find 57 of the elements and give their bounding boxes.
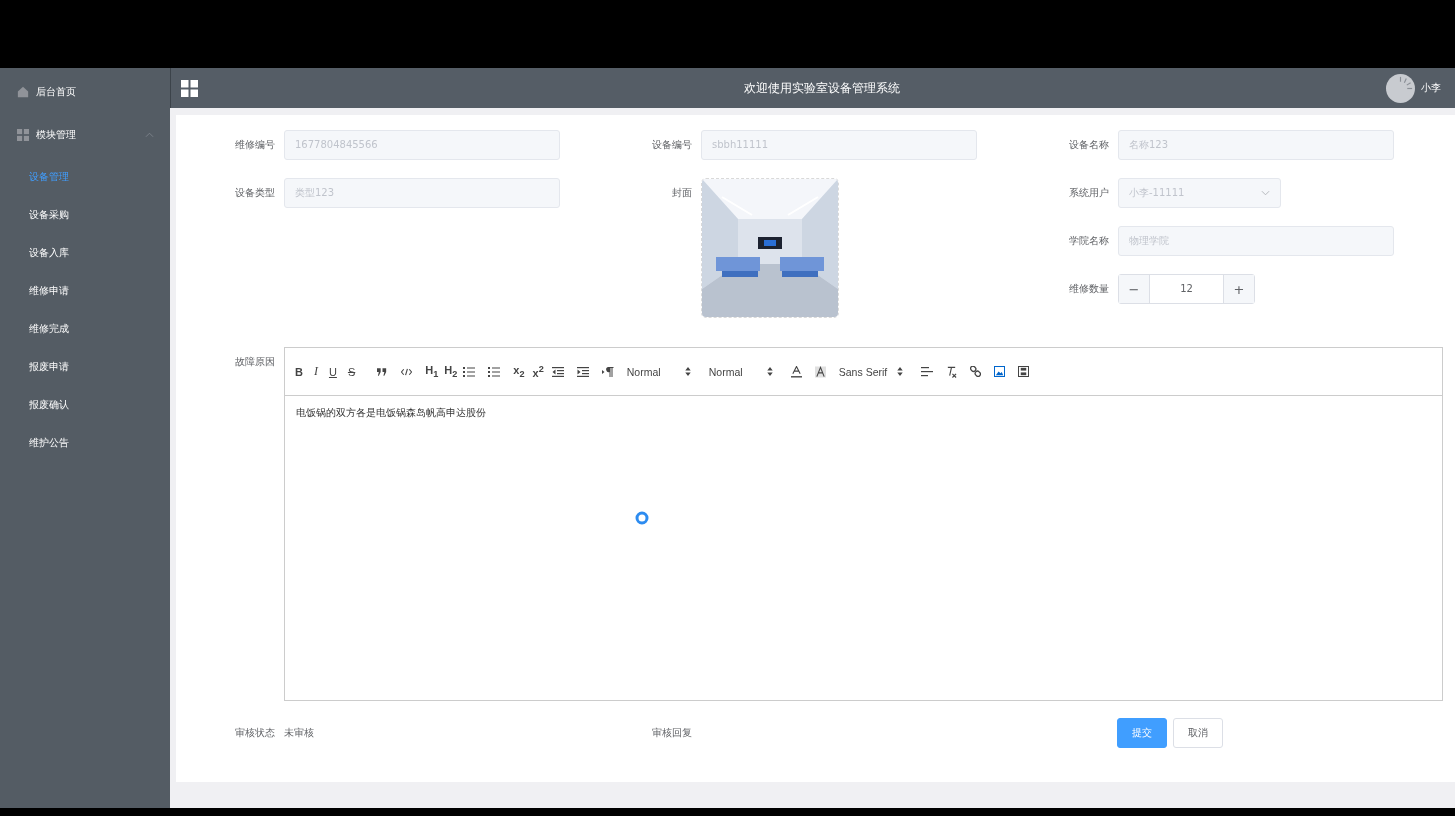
field-label: 设备名称 bbox=[1068, 138, 1109, 152]
menu-item[interactable]: 后台首页 bbox=[0, 72, 170, 112]
up-down-arrows-icon bbox=[896, 367, 903, 376]
field-label: 设备类型 bbox=[234, 186, 275, 200]
field-label: 封面 bbox=[671, 186, 692, 200]
grid-icon bbox=[17, 129, 29, 141]
editor-text[interactable]: 电饭锅的双方各是电饭锅森岛帆高申达股份 bbox=[296, 406, 1431, 420]
field-label: 审核状态 bbox=[234, 726, 275, 740]
script-button[interactable]: x$_{2}$ bbox=[513, 363, 525, 380]
submenu-item[interactable]: 设备采购 bbox=[0, 196, 170, 234]
text-color-icon[interactable] bbox=[790, 365, 802, 378]
field-label: 系统用户 bbox=[1068, 186, 1109, 200]
up-down-arrows-icon bbox=[684, 367, 691, 376]
image-icon[interactable] bbox=[993, 366, 1005, 377]
video-icon[interactable] bbox=[1017, 366, 1029, 377]
submenu-item[interactable]: 设备入库 bbox=[0, 234, 170, 272]
submenu-item[interactable]: 报废申请 bbox=[0, 348, 170, 386]
up-down-arrows-icon bbox=[766, 367, 773, 376]
status-value: 未审核 bbox=[284, 726, 314, 740]
menu-item[interactable]: 模块管理 bbox=[0, 115, 170, 155]
heading-button[interactable]: H$_{2}$ bbox=[444, 363, 458, 380]
page-title: 欢迎使用实验室设备管理系统 bbox=[743, 80, 901, 96]
bullet-list-icon[interactable] bbox=[488, 366, 501, 377]
chevron-down-icon bbox=[1261, 190, 1270, 196]
field-label: 设备编号 bbox=[651, 138, 692, 152]
user-name[interactable]: 小李 bbox=[1421, 81, 1441, 95]
italic-button[interactable]: I bbox=[313, 364, 318, 379]
heading-button[interactable]: H$_{1}$ bbox=[425, 363, 439, 380]
cancel-button[interactable]: 取消 bbox=[1173, 718, 1223, 748]
format-dropdown[interactable]: Normal bbox=[708, 365, 773, 378]
indent-icon[interactable] bbox=[576, 366, 589, 377]
field-label: 维修数量 bbox=[1068, 282, 1109, 296]
submenu-item[interactable]: 报废确认 bbox=[0, 386, 170, 424]
strikethrough-button[interactable]: S bbox=[347, 365, 356, 378]
submenu-item[interactable]: 维修申请 bbox=[0, 272, 170, 310]
code-icon[interactable] bbox=[401, 367, 413, 376]
field-label: 学院名称 bbox=[1068, 234, 1109, 248]
grid-icon[interactable] bbox=[181, 79, 198, 97]
underline-button[interactable]: U bbox=[328, 365, 337, 378]
quote-icon[interactable] bbox=[377, 367, 389, 376]
align-icon[interactable] bbox=[920, 366, 933, 377]
outdent-icon[interactable] bbox=[551, 366, 564, 377]
script-button[interactable]: x$^{2}$ bbox=[532, 364, 544, 379]
link-icon[interactable] bbox=[969, 366, 981, 377]
submenu-item[interactable]: 维护公告 bbox=[0, 424, 170, 462]
field-label: 故障原因 bbox=[234, 355, 275, 369]
format-dropdown[interactable]: Normal bbox=[626, 365, 691, 378]
clear-format-icon[interactable] bbox=[945, 365, 957, 378]
submenu-item[interactable]: 维修完成 bbox=[0, 310, 170, 348]
background-color-icon[interactable] bbox=[814, 365, 826, 378]
avatar[interactable] bbox=[1386, 73, 1415, 103]
format-dropdown[interactable]: Sans Serif bbox=[838, 365, 903, 378]
text-direction-icon[interactable] bbox=[601, 366, 614, 377]
home-icon bbox=[17, 86, 29, 98]
field-label: 维修编号 bbox=[234, 138, 275, 152]
bold-button[interactable]: B bbox=[295, 365, 303, 378]
field-label: 审核回复 bbox=[651, 726, 692, 740]
